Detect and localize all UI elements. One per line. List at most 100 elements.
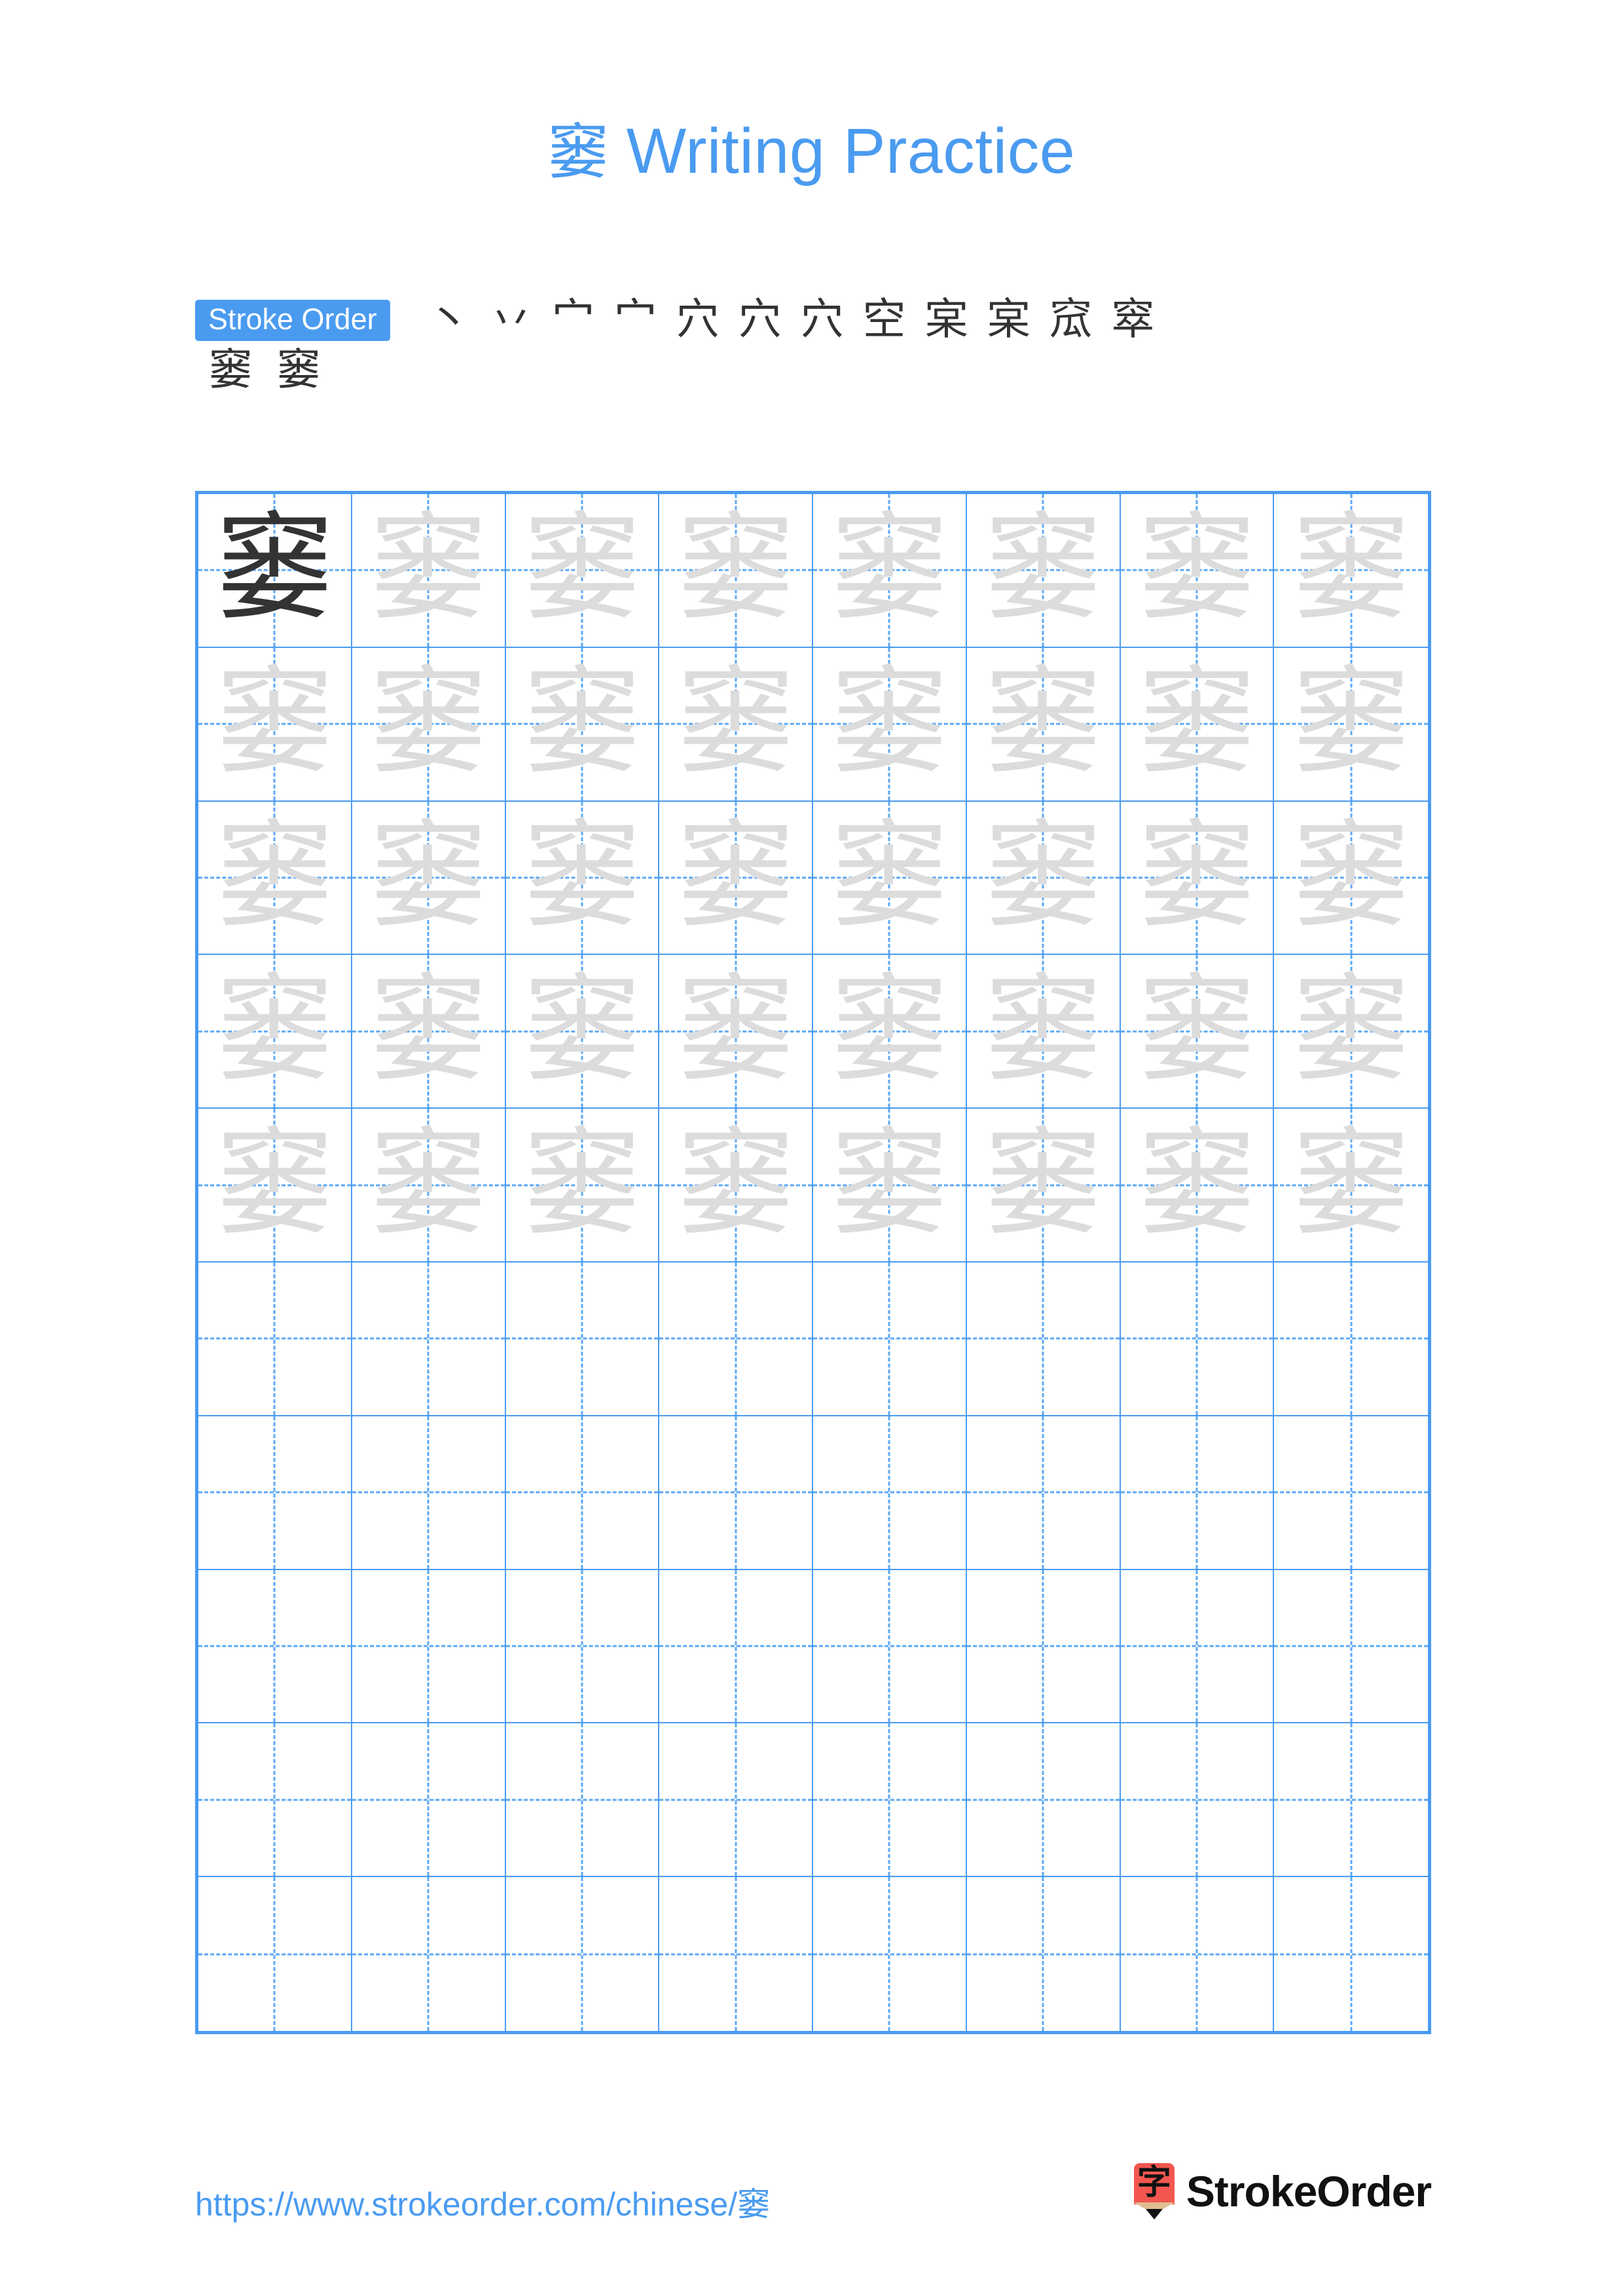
practice-cell[interactable]: 窭 xyxy=(198,1109,352,1263)
practice-cell[interactable]: 窭 xyxy=(1120,494,1275,648)
practice-cell[interactable] xyxy=(966,1723,1121,1878)
practice-cell[interactable] xyxy=(352,1263,506,1416)
practice-cell[interactable] xyxy=(813,1877,967,2031)
stroke-order-sequence-row-2: 窭窭 xyxy=(196,345,1432,393)
practice-cell[interactable] xyxy=(1120,1416,1275,1570)
practice-cell[interactable] xyxy=(1120,1723,1275,1878)
practice-cell[interactable]: 窭 xyxy=(1120,801,1275,956)
practice-cell[interactable] xyxy=(1274,1877,1428,2031)
practice-cell[interactable] xyxy=(1274,1570,1428,1724)
practice-cell[interactable] xyxy=(505,1263,660,1416)
practice-cell[interactable] xyxy=(198,1877,352,2031)
trace-character: 窭 xyxy=(370,963,487,1094)
practice-cell[interactable] xyxy=(1120,1570,1275,1724)
practice-cell[interactable]: 窭 xyxy=(813,801,967,956)
practice-cell[interactable] xyxy=(1274,1263,1428,1416)
practice-cell[interactable]: 窭 xyxy=(198,494,352,648)
practice-cell[interactable]: 窭 xyxy=(505,955,660,1109)
stroke-step: 窭 xyxy=(209,345,252,393)
practice-cell[interactable]: 窭 xyxy=(659,801,813,956)
practice-cell[interactable]: 窭 xyxy=(1274,494,1428,648)
practice-cell[interactable]: 窭 xyxy=(966,801,1121,956)
trace-character: 窭 xyxy=(523,656,640,787)
practice-cell[interactable] xyxy=(813,1570,967,1724)
practice-cell[interactable]: 窭 xyxy=(1274,802,1428,956)
practice-cell[interactable] xyxy=(966,1263,1121,1416)
pencil-icon: 字 xyxy=(1133,2163,1175,2219)
practice-cell[interactable] xyxy=(659,1416,813,1570)
practice-cell[interactable] xyxy=(352,1723,506,1878)
practice-cell[interactable]: 窭 xyxy=(1274,648,1428,802)
practice-cell[interactable] xyxy=(1121,1877,1275,2031)
practice-cell[interactable]: 窭 xyxy=(352,1109,506,1263)
practice-cell[interactable] xyxy=(659,1877,813,2031)
trace-character: 窭 xyxy=(1292,656,1410,787)
trace-character: 窭 xyxy=(831,1117,948,1248)
stroke-step: 窭 xyxy=(277,345,320,393)
practice-cell[interactable]: 窭 xyxy=(352,955,506,1109)
practice-cell[interactable]: 窭 xyxy=(659,647,813,802)
practice-cell[interactable]: 窭 xyxy=(198,801,352,956)
practice-cell[interactable] xyxy=(659,1723,813,1878)
trace-character: 窭 xyxy=(1138,810,1255,941)
practice-cell[interactable]: 窭 xyxy=(198,647,352,802)
trace-character: 窭 xyxy=(216,656,333,787)
practice-cell[interactable] xyxy=(1274,1723,1428,1878)
practice-cell[interactable]: 窭 xyxy=(198,955,352,1109)
practice-cell[interactable]: 窭 xyxy=(659,494,813,648)
practice-cell[interactable] xyxy=(505,1416,660,1570)
practice-cell[interactable]: 窭 xyxy=(813,1109,967,1263)
trace-character: 窭 xyxy=(1138,656,1255,787)
practice-cell[interactable]: 窭 xyxy=(1274,1109,1428,1263)
practice-cell[interactable]: 窭 xyxy=(352,647,506,802)
practice-cell[interactable] xyxy=(506,1877,660,2031)
practice-cell[interactable]: 窭 xyxy=(352,494,506,648)
practice-cell[interactable]: 窭 xyxy=(966,647,1121,802)
practice-cell[interactable] xyxy=(659,1570,813,1724)
practice-cell[interactable]: 窭 xyxy=(659,955,813,1109)
practice-cell[interactable]: 窭 xyxy=(505,1109,660,1263)
trace-character: 窭 xyxy=(677,656,794,787)
practice-cell[interactable]: 窭 xyxy=(966,955,1121,1109)
practice-cell[interactable] xyxy=(505,1570,660,1724)
practice-cell[interactable]: 窭 xyxy=(966,494,1121,648)
practice-cell[interactable]: 窭 xyxy=(352,801,506,956)
stroke-step: 宲 xyxy=(924,295,968,343)
practice-cell[interactable]: 窭 xyxy=(813,647,967,802)
practice-cell[interactable]: 窭 xyxy=(1120,647,1275,802)
practice-cell[interactable] xyxy=(198,1263,352,1416)
practice-cell[interactable]: 窭 xyxy=(813,494,967,648)
practice-cell[interactable] xyxy=(198,1723,352,1878)
practice-cell[interactable] xyxy=(659,1263,813,1416)
practice-cell[interactable]: 窭 xyxy=(1120,1109,1275,1263)
practice-cell[interactable]: 窭 xyxy=(505,801,660,956)
practice-cell[interactable] xyxy=(1120,1263,1275,1416)
practice-cell[interactable] xyxy=(352,1416,506,1570)
practice-cell[interactable]: 窭 xyxy=(505,494,660,648)
stroke-step: 穴 xyxy=(676,295,720,343)
practice-cell[interactable] xyxy=(966,1416,1121,1570)
practice-cell[interactable] xyxy=(352,1877,506,2031)
practice-cell[interactable] xyxy=(813,1723,967,1878)
practice-grid: 窭窭窭窭窭窭窭窭窭窭窭窭窭窭窭窭窭窭窭窭窭窭窭窭窭窭窭窭窭窭窭窭窭窭窭窭窭窭窭窭 xyxy=(195,491,1431,2034)
practice-cell[interactable] xyxy=(505,1723,660,1878)
trace-character: 窭 xyxy=(1292,963,1410,1094)
trace-character: 窭 xyxy=(370,656,487,787)
trace-character: 窭 xyxy=(985,963,1102,1094)
practice-cell[interactable]: 窭 xyxy=(505,647,660,802)
practice-cell[interactable]: 窭 xyxy=(659,1109,813,1263)
practice-cell[interactable] xyxy=(198,1570,352,1724)
practice-cell[interactable]: 窭 xyxy=(966,1109,1121,1263)
footer-url[interactable]: https://www.strokeorder.com/chinese/窭 xyxy=(195,2178,770,2225)
practice-cell[interactable] xyxy=(813,1263,967,1416)
page-title-suffix: Writing Practice xyxy=(608,115,1076,187)
practice-cell[interactable] xyxy=(352,1570,506,1724)
practice-cell[interactable]: 窭 xyxy=(813,955,967,1109)
practice-cell[interactable]: 窭 xyxy=(1120,955,1275,1109)
practice-cell[interactable]: 窭 xyxy=(1274,955,1428,1109)
practice-cell[interactable] xyxy=(967,1877,1121,2031)
practice-cell[interactable] xyxy=(813,1416,967,1570)
practice-cell[interactable] xyxy=(966,1570,1121,1724)
practice-cell[interactable] xyxy=(1274,1416,1428,1570)
practice-cell[interactable] xyxy=(198,1416,352,1570)
